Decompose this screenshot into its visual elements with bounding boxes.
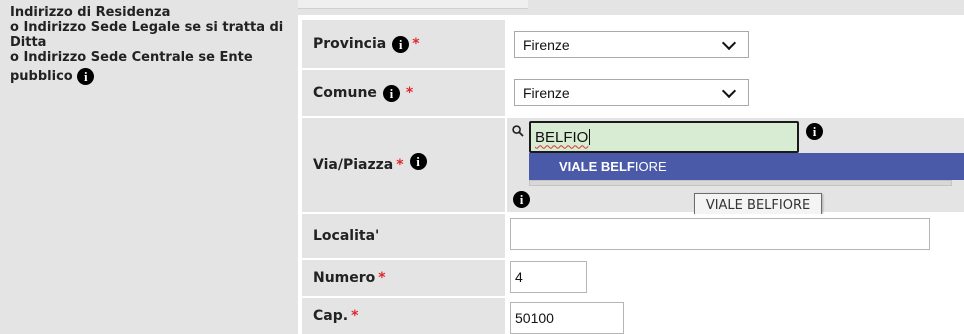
- required-marker: *: [378, 270, 386, 286]
- cap-input[interactable]: 50100: [510, 302, 624, 334]
- numero-label: Numero: [313, 270, 376, 286]
- cap-label-cell: Cap. *: [302, 298, 505, 334]
- address-section-label: Indirizzo di Residenza o Indirizzo Sede …: [10, 5, 295, 85]
- info-icon[interactable]: i: [392, 35, 410, 53]
- via-label-cell: Via/Piazza * i: [302, 118, 505, 212]
- info-icon[interactable]: i: [806, 123, 823, 140]
- via-label: Via/Piazza: [313, 157, 394, 173]
- required-marker: *: [351, 308, 359, 324]
- address-line-4: o Indirizzo Sede Centrale se Ente: [10, 50, 253, 65]
- suggestion-rest: IORE: [634, 159, 667, 174]
- provincia-select[interactable]: Firenze: [514, 31, 749, 58]
- info-icon[interactable]: i: [409, 152, 427, 170]
- chevron-down-icon: [721, 83, 737, 98]
- numero-input[interactable]: 4: [510, 261, 587, 293]
- comune-select-value: Firenze: [523, 84, 570, 101]
- search-icon: [512, 125, 524, 137]
- numero-value: 4: [515, 269, 523, 285]
- provincia-label-cell: Provincia i *: [302, 20, 505, 68]
- info-icon[interactable]: i: [77, 68, 95, 85]
- comune-select[interactable]: Firenze: [514, 79, 749, 106]
- cap-label: Cap.: [313, 308, 349, 324]
- via-search-value: BELFIO: [535, 128, 589, 146]
- address-line-1: Indirizzo di Residenza: [10, 5, 171, 20]
- suggestion-match: VIALE BELF: [559, 159, 635, 174]
- address-line-3: Ditta: [10, 35, 47, 50]
- numero-label-cell: Numero *: [302, 260, 505, 296]
- required-marker: *: [405, 85, 414, 101]
- text-caret: [589, 129, 591, 145]
- required-marker: *: [412, 36, 420, 52]
- via-search-input[interactable]: BELFIO: [529, 121, 799, 153]
- top-strip-inner: [298, 0, 528, 9]
- comune-label-cell: Comune i *: [302, 70, 505, 116]
- localita-label: Localita': [313, 228, 380, 244]
- provincia-select-value: Firenze: [523, 36, 570, 53]
- provincia-label: Provincia: [313, 36, 387, 52]
- info-icon[interactable]: i: [513, 191, 530, 208]
- info-icon[interactable]: i: [382, 84, 400, 102]
- cap-value: 50100: [515, 310, 554, 326]
- address-line-5: pubblico: [10, 69, 73, 84]
- required-marker: *: [396, 157, 404, 173]
- comune-label: Comune: [313, 85, 377, 101]
- localita-label-cell: Localita': [302, 214, 505, 258]
- tooltip-text: VIALE BELFIORE: [705, 198, 811, 213]
- chevron-down-icon: [721, 35, 737, 50]
- suggestion-list-border: [529, 180, 952, 186]
- localita-input[interactable]: [510, 218, 930, 250]
- suggestion-item[interactable]: VIALE BELF IORE: [529, 153, 964, 180]
- address-line-2: o Indirizzo Sede Legale se si tratta di: [10, 20, 284, 35]
